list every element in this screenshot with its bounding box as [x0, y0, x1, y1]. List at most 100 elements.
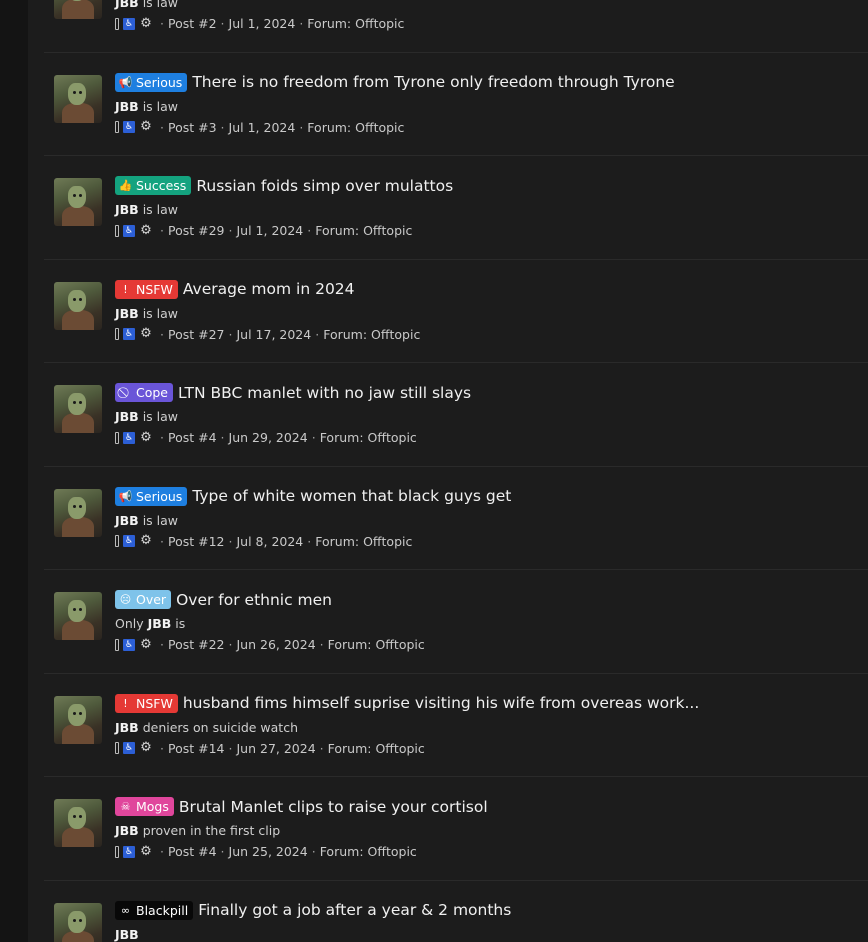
post-date[interactable]: Jul 1, 2024 [229, 120, 296, 135]
thread-prefix-badge[interactable]: ! NSFW [115, 279, 178, 299]
forum-link[interactable]: Offtopic [363, 223, 412, 238]
forum-label: Forum: [319, 430, 364, 445]
search-result[interactable]: 👍 Success Russian foids simp over mulatt… [44, 155, 868, 259]
thread-prefix-badge[interactable]: ☹ Over [115, 590, 172, 609]
forum-link[interactable]: Offtopic [368, 844, 417, 859]
wheelchair-icon: ♿ [123, 224, 135, 237]
post-date[interactable]: Jun 29, 2024 [229, 430, 308, 445]
thread-title-link[interactable]: Over for ethnic men [176, 591, 332, 609]
post-number-link[interactable]: Post #27 [168, 327, 225, 342]
post-snippet: JBB is law [115, 202, 178, 217]
avatar[interactable] [54, 488, 102, 537]
thread-title-link[interactable]: Russian foids simp over mulattos [196, 177, 453, 195]
post-snippet: JBB is law [115, 513, 178, 528]
thread-title-link[interactable]: Type of white women that black guys get [192, 487, 511, 505]
snippet-suffix: proven in the first clip [138, 823, 281, 838]
search-result[interactable]: ☠ Mogs Brutal Manlet clips to raise your… [44, 776, 868, 880]
clip-icon [115, 17, 119, 30]
forum-link[interactable]: Offtopic [355, 16, 404, 31]
avatar[interactable] [54, 695, 102, 744]
post-date[interactable]: Jun 26, 2024 [236, 637, 315, 652]
forum-link[interactable]: Offtopic [363, 534, 412, 549]
thread-title-link[interactable]: Average mom in 2024 [183, 280, 355, 298]
meta-separator: · [319, 740, 324, 756]
thread-title-link[interactable]: husband fims himself suprise visiting hi… [183, 694, 699, 712]
result-meta: ♿ ⚙ · Post #4 · Jun 25, 2024 · Forum: Of… [115, 844, 417, 859]
thread-title-link[interactable]: There is no freedom from Tyrone only fre… [192, 73, 674, 91]
badge-label: Cope [136, 385, 169, 400]
forum-link[interactable]: Offtopic [368, 430, 417, 445]
post-date[interactable]: Jul 8, 2024 [236, 534, 303, 549]
thread-prefix-badge[interactable]: 👍 Success [115, 176, 192, 195]
snippet-highlight: JBB [115, 98, 139, 114]
search-result[interactable]: ⃠ Cope LTN BBC manlet with no jaw still … [44, 362, 868, 466]
thread-title-link[interactable]: Finally got a job after a year & 2 month… [198, 901, 511, 919]
search-result[interactable]: JBB is law ♿ ⚙ · Post #2 · Jul 1, 2024 ·… [44, 0, 868, 52]
post-date[interactable]: Jul 17, 2024 [236, 327, 311, 342]
post-number-link[interactable]: Post #29 [168, 223, 225, 238]
post-number-link[interactable]: Post #3 [168, 120, 217, 135]
ban-icon: ⃠ [119, 386, 132, 399]
snippet-highlight: JBB [147, 616, 172, 631]
thread-title-link[interactable]: Brutal Manlet clips to raise your cortis… [179, 798, 488, 816]
thread-title-line: ! NSFW Average mom in 2024 [115, 279, 355, 299]
thread-prefix-badge[interactable]: ∞ Blackpill [115, 900, 194, 920]
search-result[interactable]: 📢 Serious There is no freedom from Tyron… [44, 51, 868, 156]
clip-icon [115, 845, 119, 858]
post-snippet: JBB proven in the first clip [115, 823, 280, 838]
post-date[interactable]: Jul 1, 2024 [229, 16, 296, 31]
search-result[interactable]: ! NSFW Average mom in 2024 JBB is law ♿ … [44, 258, 868, 363]
avatar[interactable] [54, 0, 102, 19]
meta-separator: · [220, 430, 225, 445]
thread-prefix-badge[interactable]: ! NSFW [115, 693, 178, 713]
gear-icon: ⚙ [140, 429, 152, 445]
post-date[interactable]: Jun 27, 2024 [236, 741, 315, 756]
forum-link[interactable]: Offtopic [375, 637, 424, 652]
forum-link[interactable]: Offtopic [355, 120, 404, 135]
avatar[interactable] [54, 74, 102, 123]
forum-link[interactable]: Offtopic [375, 741, 424, 756]
snippet-highlight: JBB [115, 823, 139, 838]
gear-icon: ⚙ [140, 326, 152, 341]
wheelchair-icon: ♿ [123, 121, 135, 133]
thread-prefix-badge[interactable]: 📢 Serious [115, 72, 188, 92]
thread-prefix-badge[interactable]: ⃠ Cope [115, 383, 174, 402]
avatar[interactable] [54, 385, 102, 433]
meta-separator: · [160, 223, 164, 238]
search-result[interactable]: 📢 Serious Type of white women that black… [44, 465, 868, 570]
gear-icon: ⚙ [140, 222, 152, 238]
thread-title-link[interactable]: LTN BBC manlet with no jaw still slays [178, 384, 471, 402]
search-result[interactable]: ☹ Over Over for ethnic men Only JBB is ♿… [44, 569, 868, 673]
clip-icon [115, 638, 119, 651]
avatar[interactable] [54, 799, 102, 847]
result-meta: ♿ ⚙ · Post #4 · Jun 29, 2024 · Forum: Of… [115, 430, 417, 445]
post-number-link[interactable]: Post #4 [168, 844, 217, 859]
thread-prefix-badge[interactable]: 📢 Serious [115, 486, 188, 506]
wheelchair-icon: ♿ [123, 742, 135, 754]
avatar[interactable] [54, 178, 102, 226]
post-number-link[interactable]: Post #22 [168, 637, 225, 652]
avatar[interactable] [54, 592, 102, 640]
post-number-link[interactable]: Post #4 [168, 430, 217, 445]
result-meta: ♿ ⚙ · Post #27 · Jul 17, 2024 · Forum: O… [115, 327, 420, 342]
meta-separator: · [220, 844, 225, 859]
meta-separator: · [228, 637, 233, 652]
snippet-suffix: is law [138, 98, 179, 114]
search-result[interactable]: ∞ Blackpill Finally got a job after a ye… [44, 879, 868, 942]
post-number-link[interactable]: Post #2 [168, 16, 217, 31]
snippet-highlight: JBB [115, 202, 139, 217]
post-number-link[interactable]: Post #14 [168, 741, 225, 756]
forum-link[interactable]: Offtopic [371, 327, 420, 342]
avatar[interactable] [54, 902, 102, 942]
search-result[interactable]: ! NSFW husband fims himself suprise visi… [44, 672, 868, 777]
post-date[interactable]: Jul 1, 2024 [236, 223, 303, 238]
thread-title-line: 📢 Serious Type of white women that black… [115, 486, 511, 506]
avatar[interactable] [54, 281, 102, 330]
meta-separator: · [160, 326, 164, 342]
post-date[interactable]: Jun 25, 2024 [229, 844, 308, 859]
post-number-link[interactable]: Post #12 [168, 534, 225, 549]
thread-prefix-badge[interactable]: ☠ Mogs [115, 797, 174, 816]
meta-separator: · [299, 119, 304, 135]
clip-icon [115, 224, 119, 237]
result-meta: ♿ ⚙ · Post #14 · Jun 27, 2024 · Forum: O… [115, 741, 425, 756]
